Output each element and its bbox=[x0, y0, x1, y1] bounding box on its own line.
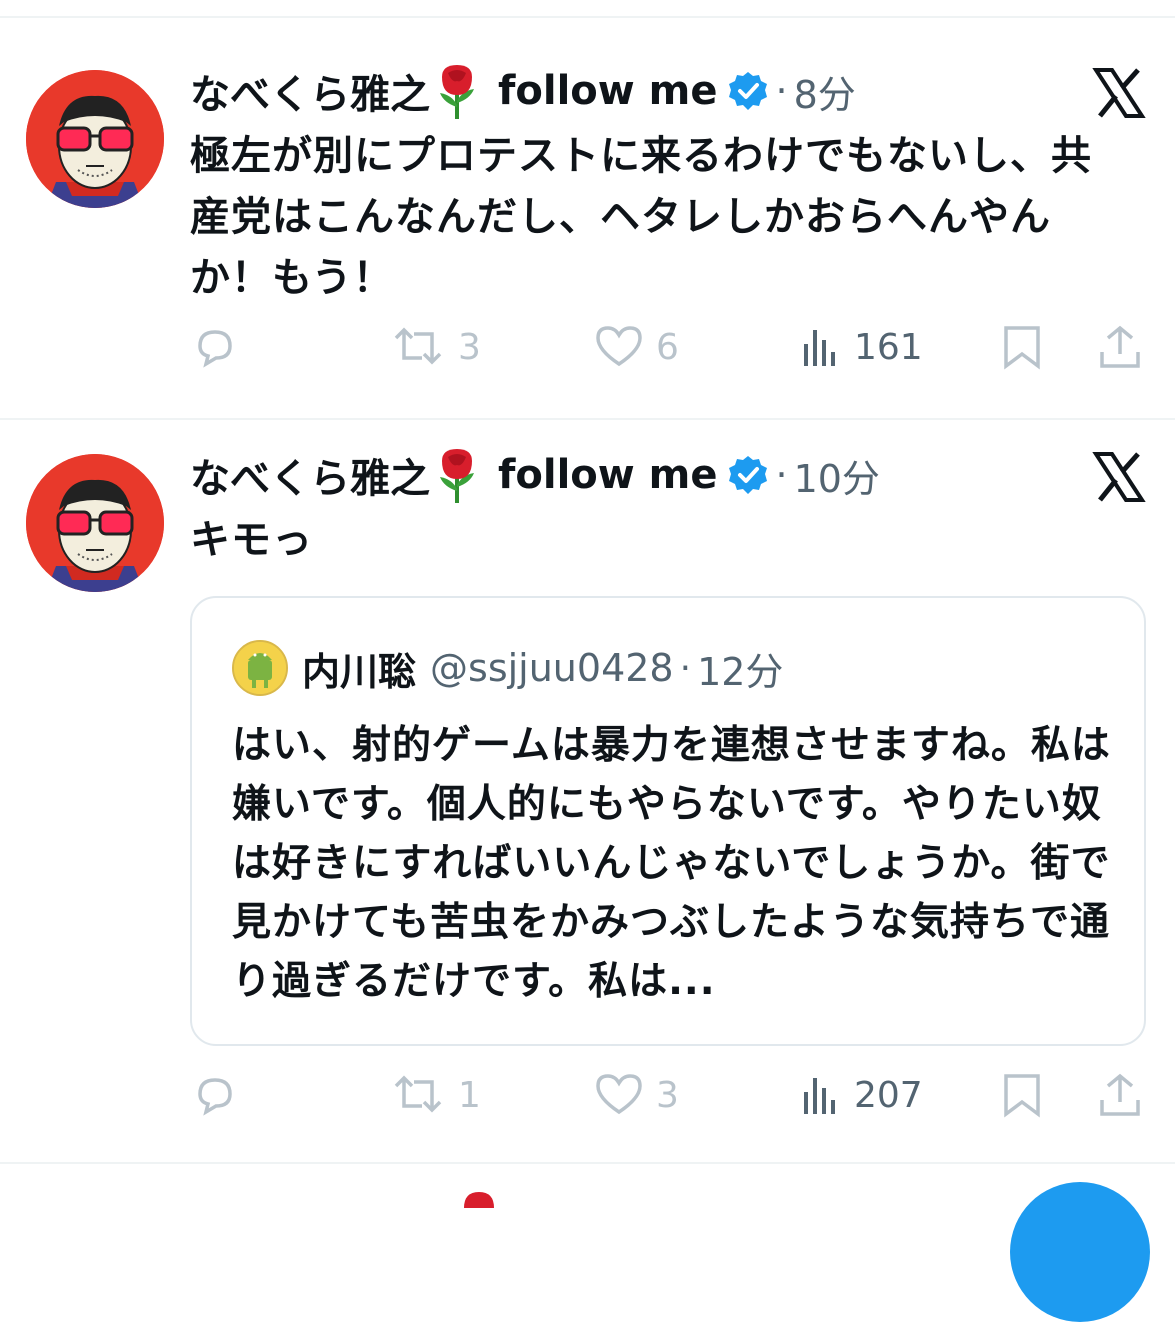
tweet-text: 極左が別にプロテストに来るわけでもないし、共産党はこんなんだし、ヘタレしかおらへ… bbox=[190, 133, 1092, 301]
like-button[interactable]: 3 bbox=[594, 1072, 679, 1118]
verified-badge-icon bbox=[727, 70, 769, 112]
rose-emoji-icon bbox=[456, 1188, 502, 1208]
action-bar: 3 6 161 bbox=[0, 324, 1175, 384]
view-count: 161 bbox=[854, 326, 923, 368]
tweet-header: なべくら雅之 follow me · 10分 bbox=[190, 447, 880, 503]
avatar[interactable] bbox=[26, 454, 164, 592]
reply-button[interactable] bbox=[192, 1072, 250, 1118]
timestamp[interactable]: 10分 bbox=[794, 448, 880, 503]
tweet[interactable]: なべくら雅之 follow me · 8分 極左が別にプロテストに来るわけでもな bbox=[0, 0, 1175, 420]
like-button[interactable]: 6 bbox=[594, 324, 679, 370]
tweet-text: キモっ bbox=[190, 517, 313, 563]
author-name[interactable]: なべくら雅之 bbox=[190, 446, 430, 504]
share-button[interactable] bbox=[1098, 1072, 1142, 1118]
reply-icon bbox=[198, 1078, 232, 1116]
views-chart-icon bbox=[804, 1078, 835, 1114]
reply-icon bbox=[198, 330, 232, 368]
tweet-divider bbox=[0, 1162, 1175, 1164]
quoted-tweet-text: はい、射的ゲームは暴力を連想させますね。私は嫌いです。個人的にもやらないです。や… bbox=[232, 723, 1111, 1004]
bookmark-icon bbox=[1004, 1074, 1040, 1118]
quoted-tweet-card[interactable]: 内川聡 @ssjjuu0428 · 12分 はい、射的ゲームは暴力を連想させます… bbox=[190, 596, 1146, 1046]
quoted-tweet-header: 内川聡 @ssjjuu0428 · 12分 bbox=[232, 640, 783, 696]
retweet-count: 1 bbox=[458, 1074, 481, 1116]
retweet-button[interactable]: 1 bbox=[390, 1072, 481, 1118]
retweet-icon bbox=[394, 1075, 442, 1113]
share-button[interactable] bbox=[1098, 324, 1142, 370]
retweet-icon bbox=[394, 327, 442, 365]
compose-fab-button[interactable] bbox=[1010, 1182, 1150, 1322]
timestamp[interactable]: 8分 bbox=[794, 64, 856, 119]
view-count: 207 bbox=[854, 1074, 923, 1116]
heart-icon bbox=[596, 326, 642, 367]
retweet-button[interactable]: 3 bbox=[390, 324, 481, 370]
share-icon bbox=[1100, 325, 1140, 368]
x-logo-icon[interactable] bbox=[1092, 66, 1146, 120]
separator-dot: · bbox=[775, 453, 788, 497]
reply-button[interactable] bbox=[192, 324, 250, 370]
bookmark-icon bbox=[1004, 326, 1040, 370]
action-bar: 1 3 207 bbox=[0, 1072, 1175, 1132]
display-suffix[interactable]: follow me bbox=[498, 68, 717, 114]
views-chart-icon bbox=[804, 330, 835, 366]
verified-badge-icon bbox=[727, 454, 769, 496]
avatar[interactable] bbox=[26, 70, 164, 208]
author-name[interactable]: なべくら雅之 bbox=[190, 62, 430, 120]
display-suffix[interactable]: follow me bbox=[498, 452, 717, 498]
tweet-header: なべくら雅之 follow me · 8分 bbox=[190, 63, 856, 119]
rose-emoji-icon bbox=[432, 447, 482, 503]
views-button[interactable]: 161 bbox=[800, 324, 923, 370]
separator-dot: · bbox=[775, 69, 788, 113]
rose-emoji-icon bbox=[432, 63, 482, 119]
quoted-timestamp[interactable]: 12分 bbox=[697, 641, 783, 696]
bookmark-button[interactable] bbox=[1000, 1072, 1044, 1118]
quoted-avatar[interactable] bbox=[232, 640, 288, 696]
heart-icon bbox=[596, 1074, 642, 1115]
views-button[interactable]: 207 bbox=[800, 1072, 923, 1118]
like-count: 3 bbox=[656, 1074, 679, 1116]
share-icon bbox=[1100, 1073, 1140, 1116]
quoted-author-handle[interactable]: @ssjjuu0428 bbox=[430, 646, 674, 690]
retweet-count: 3 bbox=[458, 326, 481, 368]
separator-dot: · bbox=[679, 647, 692, 689]
bookmark-button[interactable] bbox=[1000, 324, 1044, 370]
like-count: 6 bbox=[656, 326, 679, 368]
quoted-author-name[interactable]: 内川聡 bbox=[302, 641, 416, 696]
x-logo-icon[interactable] bbox=[1092, 450, 1146, 504]
